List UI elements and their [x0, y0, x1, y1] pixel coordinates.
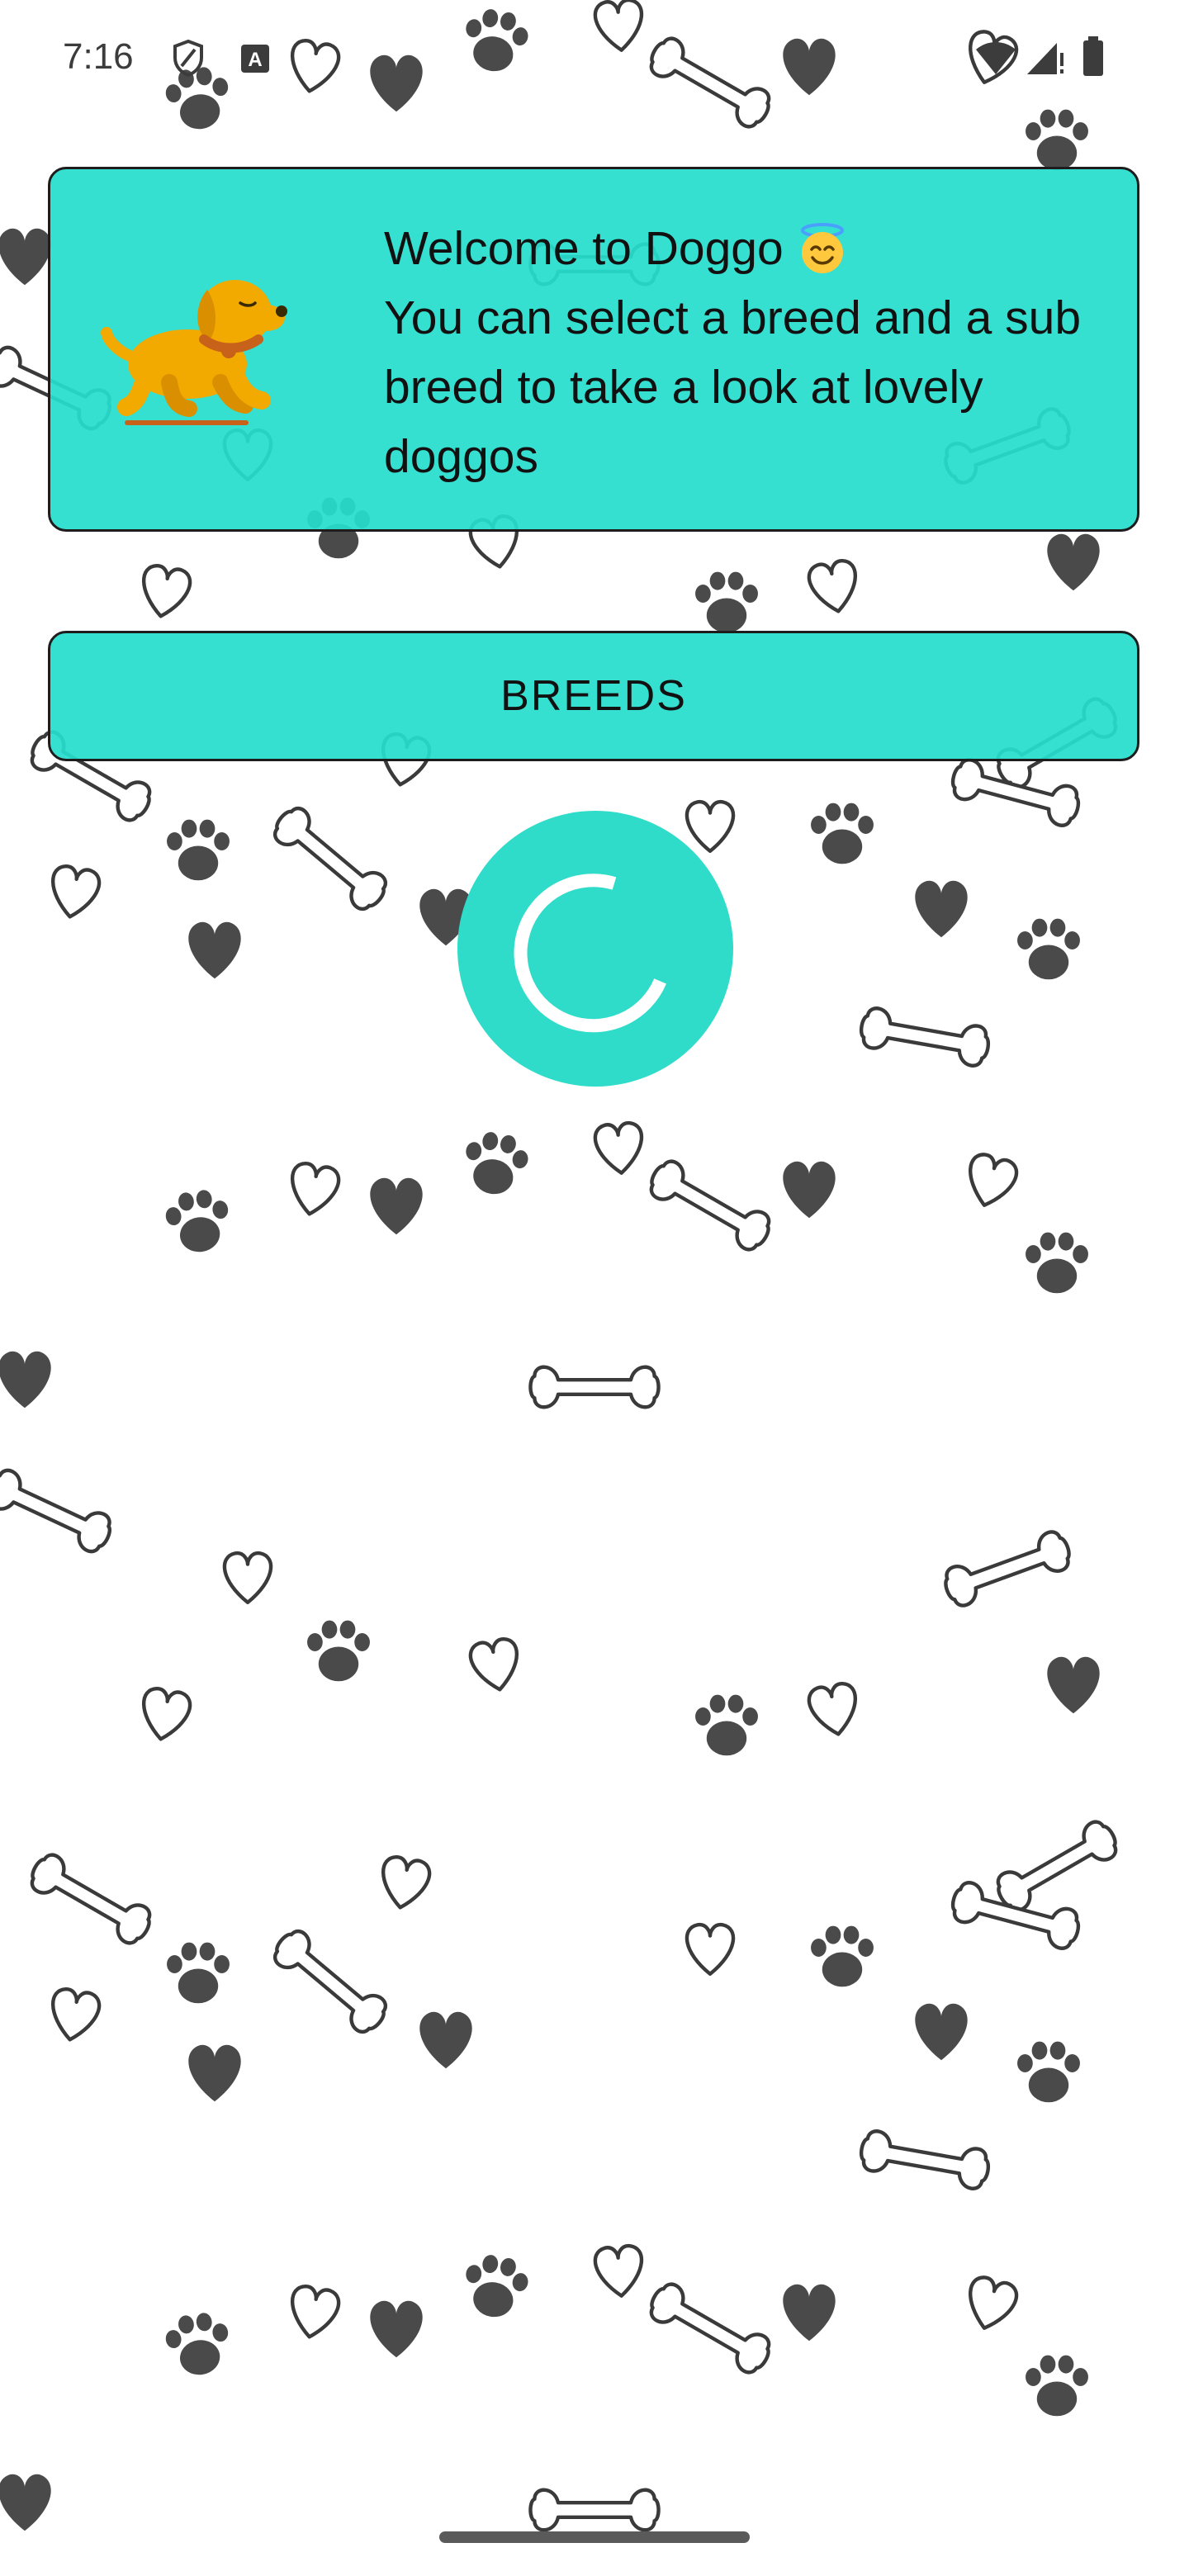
paw-icon: [163, 2309, 234, 2379]
battery-icon: [1082, 36, 1105, 82]
loading-spinner-icon: [514, 874, 666, 1033]
paw-icon: [167, 819, 230, 881]
paw-icon: [811, 803, 874, 864]
heart-icon: [594, 1122, 645, 1175]
paw-icon: [811, 1925, 874, 1987]
heart-icon: [0, 2474, 51, 2531]
bone-icon: [940, 1528, 1074, 1610]
welcome-text: Welcome to Doggo You can select a breed …: [384, 214, 1119, 491]
paw-icon: [1017, 918, 1080, 980]
bone-icon: [645, 1156, 776, 1255]
bone-icon: [268, 803, 392, 916]
welcome-title: Welcome to Doggo: [384, 222, 784, 275]
heart-icon: [188, 2044, 241, 2102]
paw-icon: [695, 1694, 758, 1756]
home-indicator[interactable]: [439, 2531, 750, 2543]
wifi-icon: [974, 40, 1017, 80]
bone-icon: [858, 2129, 991, 2191]
bone-icon: [26, 1849, 157, 1949]
heart-icon: [287, 2285, 341, 2342]
heart-icon: [962, 2275, 1020, 2334]
heart-icon: [0, 1351, 51, 1409]
heart-icon: [1047, 533, 1100, 591]
paw-icon: [1017, 2041, 1080, 2103]
heart-icon: [1047, 1656, 1100, 1714]
heart-icon: [138, 564, 192, 621]
paw-icon: [163, 1186, 234, 1257]
heart-icon: [287, 1162, 341, 1219]
heart-icon: [915, 2003, 968, 2061]
bone-icon: [530, 2490, 658, 2531]
heart-icon: [962, 1152, 1020, 1211]
bone-icon: [0, 1466, 116, 1556]
welcome-message: You can select a breed and a sub breed t…: [384, 291, 1082, 483]
heart-icon: [807, 559, 861, 616]
heart-icon: [687, 1925, 733, 1974]
status-bar: 7:16 A: [0, 0, 1189, 119]
heart-icon: [419, 2011, 472, 2069]
heart-icon: [594, 2245, 645, 2298]
paw-icon: [459, 1128, 532, 1200]
breeds-button[interactable]: BREEDS: [48, 631, 1139, 761]
breeds-button-label: BREEDS: [500, 672, 687, 720]
heart-icon: [225, 1553, 271, 1603]
status-time: 7:16: [63, 36, 134, 77]
svg-text:A: A: [248, 49, 262, 71]
welcome-card: Welcome to Doggo You can select a breed …: [48, 167, 1139, 532]
paw-icon: [459, 2251, 532, 2323]
heart-icon: [783, 1161, 836, 1219]
signal-icon: [1026, 40, 1067, 80]
bone-icon: [530, 1367, 658, 1408]
paw-icon: [307, 1620, 370, 1682]
heart-icon: [370, 2300, 423, 2358]
bone-icon: [268, 1925, 392, 2039]
paw-icon: [167, 1942, 230, 2004]
heart-icon: [47, 864, 102, 921]
paw-icon: [1026, 1232, 1088, 1294]
heart-icon: [47, 1987, 102, 2044]
keyboard-a-icon: A: [239, 43, 271, 78]
bone-icon: [858, 1006, 991, 1068]
dog-icon: [97, 258, 295, 440]
heart-icon: [468, 1637, 523, 1694]
heart-icon: [807, 1682, 861, 1739]
heart-icon: [915, 880, 968, 938]
bone-icon: [645, 2279, 776, 2378]
paw-icon: [695, 571, 758, 633]
smiling-face-with-halo-icon: [795, 221, 850, 276]
heart-icon: [138, 1687, 192, 1744]
heart-icon: [0, 228, 51, 286]
heart-icon: [377, 1855, 432, 1912]
heart-icon: [188, 921, 241, 979]
heart-icon: [783, 2284, 836, 2342]
shield-icon: [170, 38, 206, 82]
heart-icon: [370, 1177, 423, 1235]
paw-icon: [1026, 2355, 1088, 2417]
loading-indicator: [457, 811, 733, 1087]
bone-icon: [992, 1816, 1123, 1915]
